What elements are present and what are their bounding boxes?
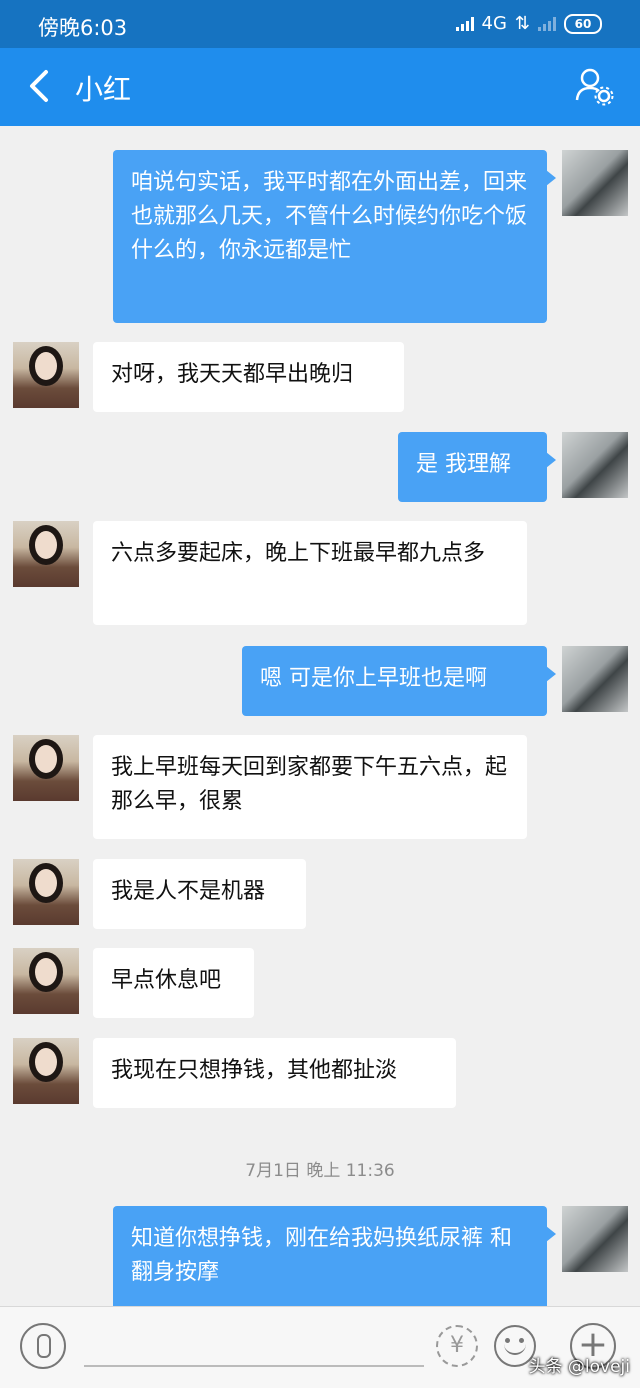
message-bubble-incoming[interactable]: 我现在只想挣钱，其他都扯淡	[93, 1038, 456, 1108]
signal-2-icon	[538, 16, 556, 31]
contact-avatar[interactable]	[13, 735, 79, 801]
message-bubble-incoming[interactable]: 早点休息吧	[93, 948, 254, 1018]
battery-icon: 60	[564, 13, 602, 34]
watermark: 头条 @loveji	[528, 1357, 631, 1377]
signal-icon	[455, 16, 474, 31]
message-list[interactable]: 咱说句实话，我平时都在外面出差，回来也就那么几天，不管什么时候约你吃个饭什么的，…	[0, 126, 640, 1310]
contact-settings-icon[interactable]	[574, 66, 614, 106]
contact-avatar[interactable]	[13, 1038, 79, 1104]
battery-level: 60	[574, 16, 592, 31]
status-icons: 4G ⇅ 60	[455, 13, 602, 34]
my-avatar[interactable]	[562, 150, 628, 216]
contact-avatar[interactable]	[13, 859, 79, 925]
contact-avatar[interactable]	[13, 521, 79, 587]
message-timestamp: 7月1日 晚上 11:36	[245, 1161, 395, 1181]
my-avatar[interactable]	[562, 1206, 628, 1272]
chat-title: 小红	[75, 73, 132, 106]
my-avatar[interactable]	[562, 646, 628, 712]
network-type: 4G	[481, 13, 507, 34]
message-bubble-outgoing[interactable]: 知道你想挣钱，刚在给我妈换纸尿裤 和翻身按摩	[113, 1206, 556, 1310]
data-arrows-icon: ⇅	[514, 13, 530, 34]
message-input[interactable]	[84, 1365, 424, 1367]
message-bubble-incoming[interactable]: 我上早班每天回到家都要下午五六点，起那么早，很累	[93, 735, 527, 839]
red-packet-icon[interactable]: ¥	[436, 1325, 478, 1367]
status-bar: 傍晚6:03 4G ⇅ 60	[0, 0, 640, 48]
contact-avatar[interactable]	[13, 948, 79, 1014]
my-avatar[interactable]	[562, 432, 628, 498]
message-bubble-incoming[interactable]: 六点多要起床，晚上下班最早都九点多	[93, 521, 527, 625]
contact-avatar[interactable]	[13, 342, 79, 408]
status-time: 傍晚6:03	[38, 16, 128, 40]
message-bubble-incoming[interactable]: 对呀，我天天都早出晚归	[93, 342, 404, 412]
back-arrow-icon[interactable]	[22, 62, 62, 110]
voice-input-icon[interactable]	[20, 1323, 66, 1369]
message-bubble-incoming[interactable]: 我是人不是机器	[93, 859, 306, 929]
message-bubble-outgoing[interactable]: 是 我理解	[398, 432, 556, 502]
chat-header: 小红	[0, 48, 640, 126]
message-bubble-outgoing[interactable]: 咱说句实话，我平时都在外面出差，回来也就那么几天，不管什么时候约你吃个饭什么的，…	[113, 150, 556, 323]
message-bubble-outgoing[interactable]: 嗯 可是你上早班也是啊	[242, 646, 556, 716]
